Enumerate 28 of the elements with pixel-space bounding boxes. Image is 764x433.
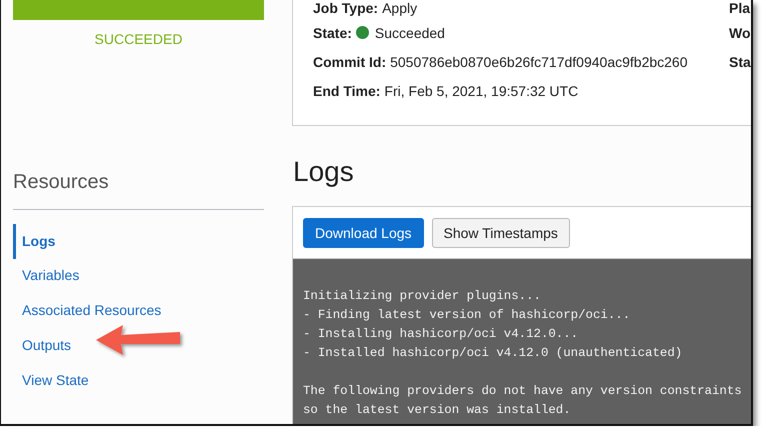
field-label: Wo bbox=[729, 24, 751, 40]
field-label: Commit Id: bbox=[313, 54, 386, 70]
field-value: 5050786eb0870e6b26fc717df0940ac9fb2bc260 bbox=[390, 54, 688, 70]
timestamps-button[interactable]: Show Timestamps bbox=[432, 218, 570, 248]
status-dot bbox=[356, 26, 369, 39]
log-line: The following providers do not have any version constraints bbox=[303, 383, 742, 400]
log-line: so the latest version was installed. bbox=[303, 402, 571, 419]
field-label: End Time: bbox=[313, 82, 380, 98]
field-label: Sta bbox=[729, 54, 751, 70]
sidebar-link[interactable]: Variables bbox=[13, 258, 86, 293]
field-value: Succeeded bbox=[374, 24, 445, 40]
resources-heading: Resources bbox=[13, 171, 109, 194]
sidebar-link[interactable]: View State bbox=[13, 363, 95, 398]
sidebar-link[interactable]: Associated Resources bbox=[13, 293, 168, 328]
log-line: - Installing hashicorp/oci v4.12.0... bbox=[303, 326, 578, 343]
log-line: Initializing provider plugins... bbox=[303, 288, 541, 305]
field-label: State: bbox=[313, 24, 352, 40]
log-line: - Installed hashicorp/oci v4.12.0 (unauthenticated) bbox=[303, 345, 682, 362]
field-label: Job Type: bbox=[313, 0, 378, 16]
field-value: Fri, Feb 5, 2021, 19:57:32 UTC bbox=[384, 82, 578, 98]
field-label: Pla bbox=[729, 0, 750, 16]
field-value: Apply bbox=[382, 0, 418, 16]
sidebar-link[interactable]: Outputs bbox=[13, 328, 78, 363]
log-line: - Finding latest version of hashicorp/oci... bbox=[303, 307, 630, 324]
status-label: SUCCEEDED bbox=[94, 31, 182, 47]
sidebar-link[interactable]: Logs bbox=[13, 224, 62, 259]
download-button[interactable]: Download Logs bbox=[303, 218, 424, 248]
logs-heading: Logs bbox=[293, 156, 354, 189]
